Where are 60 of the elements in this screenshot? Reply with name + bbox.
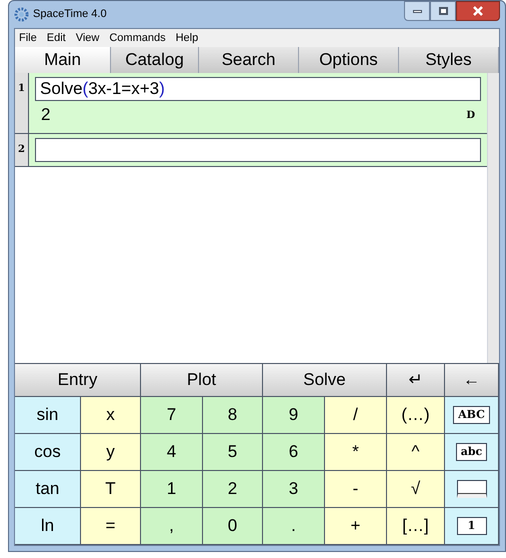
keypad-key[interactable]: […] — [387, 508, 445, 545]
line-number: 2 — [15, 134, 29, 166]
keypad-key[interactable]: 7 — [141, 397, 203, 434]
keypad-key[interactable]: / — [325, 397, 387, 434]
menu-item[interactable]: Commands — [109, 30, 166, 46]
keypad-key[interactable]: 4 — [141, 434, 203, 471]
close-button[interactable] — [456, 1, 500, 21]
keypad-key[interactable]: T — [81, 471, 141, 508]
keypad-key[interactable]: 1 — [141, 471, 203, 508]
keypad-key[interactable]: 6 — [263, 434, 325, 471]
keypad-key[interactable]: 3 — [263, 471, 325, 508]
result-value: 2 — [41, 104, 50, 126]
keypad-key[interactable]: abc — [445, 434, 499, 471]
keypad-key[interactable]: 9 — [263, 397, 325, 434]
keypad-key[interactable]: ABC — [445, 397, 499, 434]
keypad-key[interactable]: + — [325, 508, 387, 545]
keypad-key[interactable]: tan — [15, 471, 81, 508]
tab[interactable]: Styles — [399, 47, 499, 72]
keypad-key[interactable]: 1 — [445, 508, 499, 545]
tab[interactable]: Options — [299, 47, 399, 72]
keypad-key[interactable]: - — [325, 471, 387, 508]
menu-item[interactable]: File — [19, 30, 37, 46]
menu-item[interactable]: View — [76, 30, 100, 46]
empty-box-icon — [456, 480, 486, 498]
tab[interactable]: Catalog — [111, 47, 199, 72]
keypad-key[interactable]: 2 — [203, 471, 263, 508]
minimize-button[interactable] — [404, 1, 430, 21]
close-icon — [473, 6, 483, 16]
keypad-key[interactable]: = — [81, 508, 141, 545]
keypad-key[interactable]: cos — [15, 434, 81, 471]
keypad-tab[interactable]: Entry — [15, 364, 141, 397]
keypad-key[interactable]: sin — [15, 397, 81, 434]
keypad-key[interactable]: ln — [15, 508, 81, 545]
keypad-key[interactable]: x — [81, 397, 141, 434]
keypad-key[interactable] — [445, 471, 499, 508]
keypad-key[interactable]: (…) — [387, 397, 445, 434]
gear-icon — [14, 7, 29, 22]
menu-item[interactable]: Edit — [46, 30, 66, 46]
menu-item[interactable]: Help — [176, 30, 198, 46]
keypad-key[interactable]: * — [325, 434, 387, 471]
keypad-key[interactable]: 0 — [203, 508, 263, 545]
line-number: 1 — [15, 73, 29, 133]
keypad-key[interactable]: 8 — [203, 397, 263, 434]
keypad-tab[interactable]: ← — [445, 364, 499, 397]
tab[interactable]: Main — [15, 47, 111, 72]
keypad-key[interactable]: y — [81, 434, 141, 471]
keypad-tab[interactable]: ↵ — [387, 364, 445, 397]
maximize-button[interactable] — [430, 1, 456, 21]
keypad-key[interactable]: . — [263, 508, 325, 545]
keypad-key[interactable]: 5 — [203, 434, 263, 471]
input-field[interactable] — [35, 138, 481, 162]
window-title: SpaceTime 4.0 — [33, 7, 107, 22]
keypad-tab[interactable]: Solve — [263, 364, 387, 397]
tab[interactable]: Search — [199, 47, 299, 72]
keypad-key[interactable]: ^ — [387, 434, 445, 471]
keypad-tab[interactable]: Plot — [141, 364, 263, 397]
keypad-key[interactable]: √ — [387, 471, 445, 508]
mode-label: D — [466, 108, 475, 122]
keypad-key[interactable]: , — [141, 508, 203, 545]
input-field[interactable]: Solve(3x-1=x+3) — [35, 77, 481, 101]
